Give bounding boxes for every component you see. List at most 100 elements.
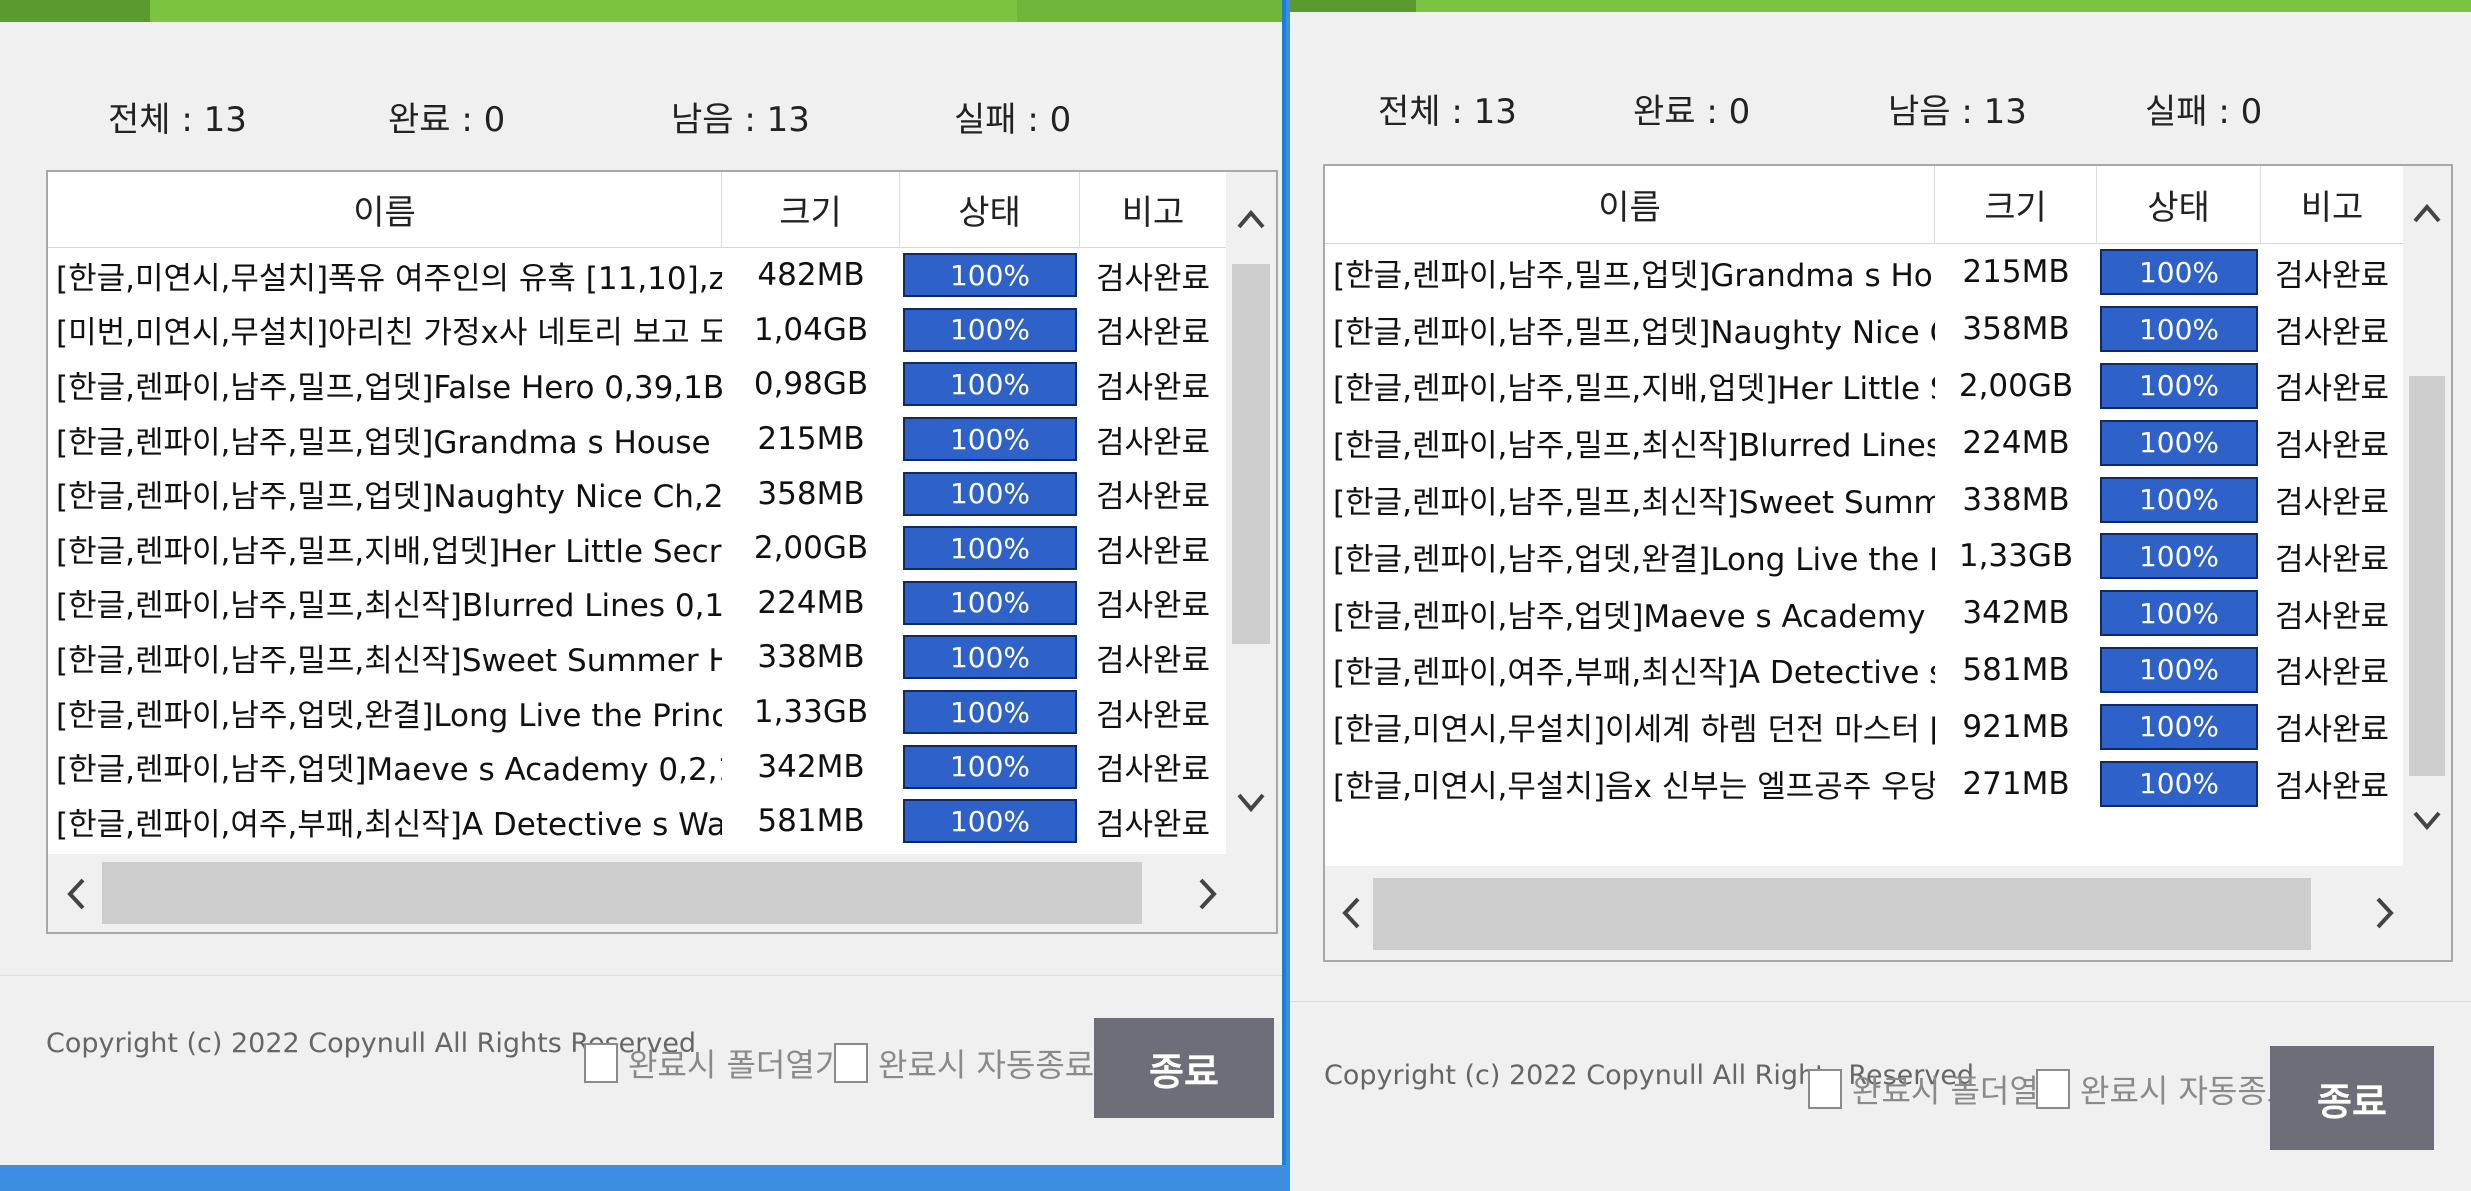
- chevron-left-icon[interactable]: [56, 864, 96, 924]
- list-item[interactable]: [한글,렌파이,남주,밀프,지배,업뎃]Her Little Secret 0,…: [48, 521, 1226, 576]
- progress-bar: 100%: [903, 635, 1077, 680]
- note-text: 검사완료: [1095, 588, 1211, 625]
- status-cell: 100%: [2097, 476, 2261, 523]
- file-list[interactable]: 이름 크기 상태 비고 [한글,미연시,무설치]폭유 여주인의 유혹 [11,1…: [46, 170, 1278, 934]
- list-item[interactable]: [한글,렌파이,남주,밀프,업뎃]Grandma s House 0,17[11…: [48, 412, 1226, 467]
- list-item[interactable]: [한글,렌파이,남주,업뎃,완결]Long Live the Princess …: [1325, 528, 2403, 585]
- col-size-header[interactable]: 크기: [722, 172, 900, 247]
- col-note-header[interactable]: 비고: [1080, 172, 1226, 247]
- file-size: 358MB: [1962, 311, 2070, 348]
- footer: Copyright (c) 2022 Copynull All Rights R…: [0, 975, 1282, 1165]
- note-text: 검사완료: [1095, 369, 1211, 406]
- col-note-header[interactable]: 비고: [2261, 166, 2403, 243]
- vertical-scroll-thumb[interactable]: [2409, 376, 2445, 776]
- auto-close-label: 완료시 자동종료: [2080, 1072, 2297, 1110]
- auto-close-checkbox[interactable]: 완료시 자동종료: [2036, 1066, 2296, 1112]
- file-size: 338MB: [757, 639, 865, 676]
- list-item[interactable]: [한글,렌파이,여주,부패,최신작]A Detective s Way Ch,1…: [1325, 642, 2403, 699]
- list-item[interactable]: [한글,렌파이,남주,밀프,지배,업뎃]Her Little Secret 0,…: [1325, 358, 2403, 415]
- list-item[interactable]: [미번,미연시,무설치]아리친 가정x사 네토리 보고 도스케베 거 1,04GB…: [48, 303, 1226, 358]
- list-item[interactable]: [한글,미연시,무설치]음x 신부는 엘프공주 우당탕탕 아이 만들 271MB 1…: [1325, 755, 2403, 812]
- list-item[interactable]: [한글,렌파이,남주,업뎃]Maeve s Academy 0,2,1[11,1…: [1325, 585, 2403, 642]
- list-item[interactable]: [한글,렌파이,남주,밀프,업뎃]Naughty Nice Ch,2[11,10…: [48, 466, 1226, 521]
- open-folder-checkbox[interactable]: 완료시 폴더열기: [1808, 1066, 2068, 1112]
- list-item[interactable]: [한글,미연시,무설치]이세계 하렘 던전 마스터 [11,10],zip,ez…: [1325, 698, 2403, 755]
- status-cell: 100%: [2097, 590, 2261, 637]
- list-body[interactable]: [한글,미연시,무설치]폭유 여주인의 유혹 [11,10],zip,ezc 48…: [48, 248, 1226, 854]
- file-name: [한글,미연시,무설치]폭유 여주인의 유혹 [11,10],zip,ezc: [56, 260, 722, 297]
- chevron-up-icon[interactable]: [2403, 188, 2451, 238]
- file-size: 338MB: [1962, 481, 2070, 518]
- file-size: 0,98GB: [753, 366, 869, 403]
- file-name: [한글,미연시,무설치]음x 신부는 엘프공주 우당탕탕 아이 만들: [1333, 769, 1935, 806]
- chevron-left-icon[interactable]: [1331, 882, 1371, 944]
- status-cell: 100%: [900, 580, 1080, 625]
- exit-button[interactable]: 종료: [1094, 1018, 1274, 1118]
- note-text: 검사완료: [2274, 598, 2390, 635]
- note-text: 검사완료: [1095, 697, 1211, 734]
- note-text: 검사완료: [2274, 428, 2390, 465]
- chevron-down-icon[interactable]: [1226, 778, 1276, 828]
- status-cell: 100%: [2097, 760, 2261, 807]
- horizontal-scroll-thumb[interactable]: [1373, 878, 2311, 950]
- exit-button[interactable]: 종료: [2270, 1046, 2434, 1150]
- list-item[interactable]: [한글,렌파이,남주,밀프,업뎃]False Hero 0,39,1Beta[1…: [48, 357, 1226, 412]
- progress-bar: 100%: [903, 307, 1077, 352]
- file-name: [미번,미연시,무설치]아리친 가정x사 네토리 보고 도스케베 거: [56, 315, 722, 352]
- note-text: 검사완료: [2274, 712, 2390, 749]
- progress-bar: 100%: [2100, 590, 2258, 637]
- vertical-scrollbar[interactable]: [2403, 166, 2451, 866]
- note-text: 검사완료: [2274, 485, 2390, 522]
- list-item[interactable]: [한글,렌파이,남주,밀프,업뎃]Grandma s House 0,17[11…: [1325, 244, 2403, 301]
- checkbox-box[interactable]: [834, 1043, 868, 1083]
- progress-bar: 100%: [2100, 476, 2258, 523]
- chevron-down-icon[interactable]: [2403, 796, 2451, 846]
- stat-total: 전체 : 13: [1378, 92, 1517, 132]
- open-folder-checkbox[interactable]: 완료시 폴더열기: [584, 1040, 844, 1086]
- file-size: 358MB: [757, 475, 865, 512]
- horizontal-scrollbar[interactable]: [1325, 866, 2451, 960]
- file-list[interactable]: 이름 크기 상태 비고 [한글,렌파이,남주,밀프,업뎃]Grandma s H…: [1323, 164, 2453, 962]
- progress-bar: 100%: [2100, 249, 2258, 296]
- checkbox-box[interactable]: [2036, 1069, 2070, 1109]
- list-item[interactable]: [한글,렌파이,남주,밀프,최신작]Blurred Lines 0,1[11,1…: [1325, 414, 2403, 471]
- chevron-right-icon[interactable]: [2365, 882, 2405, 944]
- col-status-header[interactable]: 상태: [2097, 166, 2261, 243]
- list-item[interactable]: [한글,렌파이,남주,밀프,업뎃]Naughty Nice Ch,2[11,10…: [1325, 301, 2403, 358]
- col-name-header[interactable]: 이름: [1325, 166, 1935, 243]
- col-name-header[interactable]: 이름: [48, 172, 722, 247]
- list-item[interactable]: [한글,렌파이,남주,밀프,최신작]Sweet Summer Harem 0,1…: [48, 630, 1226, 685]
- chevron-right-icon[interactable]: [1188, 864, 1228, 924]
- list-item[interactable]: [한글,렌파이,남주,밀프,최신작]Sweet Summer Harem 0,1…: [1325, 471, 2403, 528]
- vertical-scrollbar[interactable]: [1226, 172, 1276, 854]
- note-text: 검사완료: [2274, 314, 2390, 351]
- note-text: 검사완료: [1095, 533, 1211, 570]
- status-cell: 100%: [2097, 419, 2261, 466]
- progress-window-right: 전체 : 13 완료 : 0 남음 : 13 실패 : 0 이름 크기 상태 비…: [1290, 0, 2471, 1191]
- list-item[interactable]: [한글,렌파이,남주,밀프,최신작]Blurred Lines 0,1[11,1…: [48, 576, 1226, 631]
- progress-bar: 100%: [2100, 703, 2258, 750]
- horizontal-scrollbar[interactable]: [48, 854, 1276, 932]
- auto-close-checkbox[interactable]: 완료시 자동종료: [834, 1040, 1094, 1086]
- checkbox-box[interactable]: [1808, 1069, 1842, 1109]
- list-item[interactable]: [한글,렌파이,남주,업뎃]Maeve s Academy 0,2,1[11,1…: [48, 739, 1226, 794]
- file-name: [한글,렌파이,남주,업뎃]Maeve s Academy 0,2,1[11,1…: [56, 752, 722, 789]
- file-name: [한글,렌파이,남주,밀프,업뎃]Grandma s House 0,17[11…: [1333, 257, 1935, 294]
- stats-bar: 전체 : 13 완료 : 0 남음 : 13 실패 : 0: [108, 92, 1154, 141]
- list-item[interactable]: [한글,미연시,무설치]폭유 여주인의 유혹 [11,10],zip,ezc 48…: [48, 248, 1226, 303]
- chevron-up-icon[interactable]: [1226, 194, 1276, 244]
- title-bar[interactable]: [0, 0, 1282, 22]
- checkbox-box[interactable]: [584, 1043, 618, 1083]
- horizontal-scroll-thumb[interactable]: [102, 862, 1142, 924]
- stat-failed: 실패 : 0: [2145, 92, 2263, 132]
- list-item[interactable]: [한글,렌파이,남주,업뎃,완결]Long Live the Princess …: [48, 685, 1226, 740]
- stat-done: 완료 : 0: [1633, 92, 1751, 132]
- file-name: [한글,렌파이,남주,밀프,최신작]Blurred Lines 0,1[11,1…: [1333, 428, 1935, 465]
- progress-window-left: 전체 : 13 완료 : 0 남음 : 13 실패 : 0 이름 크기 상태 비…: [0, 0, 1286, 1165]
- col-status-header[interactable]: 상태: [900, 172, 1080, 247]
- list-body[interactable]: [한글,렌파이,남주,밀프,업뎃]Grandma s House 0,17[11…: [1325, 244, 2403, 874]
- list-item[interactable]: [한글,렌파이,여주,부패,최신작]A Detective s Way Ch,1…: [48, 794, 1226, 849]
- col-size-header[interactable]: 크기: [1935, 166, 2097, 243]
- vertical-scroll-thumb[interactable]: [1232, 264, 1270, 644]
- title-bar[interactable]: [1290, 0, 2471, 12]
